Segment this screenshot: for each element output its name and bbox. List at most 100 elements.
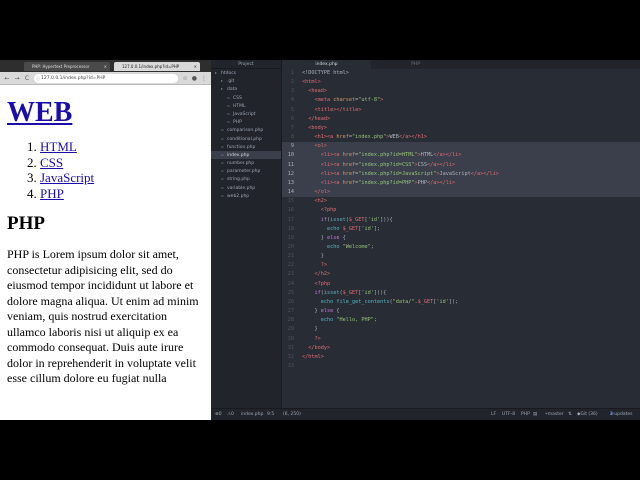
- code-line[interactable]: 28 echo "Hello, PHP";: [282, 316, 640, 325]
- clipboard-icon[interactable]: ▤: [533, 409, 537, 420]
- close-icon[interactable]: ×: [194, 62, 197, 71]
- code-text: ?>: [320, 262, 327, 269]
- code-line[interactable]: 9 <ol>: [282, 142, 640, 152]
- encoding[interactable]: UTF-8: [502, 409, 515, 420]
- code-line[interactable]: 22 ?>: [282, 261, 640, 270]
- link-css[interactable]: CSS: [40, 155, 63, 170]
- code-line[interactable]: 10 <li><a href="index.php?id=HTML">HTML<…: [282, 151, 640, 161]
- tree-file[interactable]: ▫ CSS: [211, 94, 281, 102]
- profile-icon[interactable]: ●: [192, 75, 197, 82]
- browser-window: PHP: Hypertext Preprocessor × 127.0.0.1/…: [0, 60, 211, 420]
- code-line[interactable]: 17 if(isset($_GET['id'])){: [282, 216, 640, 225]
- address-bar[interactable]: ⓘ 127.0.0.1/index.php?id=PHP: [34, 73, 179, 83]
- info-icon[interactable]: ⓘ: [36, 74, 40, 83]
- code-line[interactable]: 8 <h1><a href="index.php">WEB</a></h1>: [282, 133, 640, 142]
- code-line[interactable]: 24 <?php: [282, 280, 640, 289]
- link-php[interactable]: PHP: [40, 186, 64, 201]
- browser-tab-php-manual[interactable]: PHP: Hypertext Preprocessor ×: [24, 61, 110, 71]
- code-text: <li><a href="index.php?id=PHP">PHP</a></…: [320, 179, 456, 186]
- code-line[interactable]: 26 echo file_get_contents("data/".$_GET[…: [282, 298, 640, 307]
- branch-name[interactable]: ⑂ master: [545, 409, 564, 420]
- grammar[interactable]: PHP: [521, 409, 530, 420]
- code-line[interactable]: 14 </ol>: [282, 188, 640, 198]
- tree-file[interactable]: ▫ index.php: [211, 150, 281, 160]
- code-text: <h2>: [314, 198, 328, 205]
- rendered-page: WEB HTML CSS JavaScript PHP PHP PHP is L…: [0, 85, 211, 393]
- line-ending[interactable]: LF: [491, 409, 496, 420]
- tree-file[interactable]: ▫ PHP: [211, 118, 281, 126]
- tab-index-php[interactable]: index.php: [282, 60, 371, 69]
- bookmark-star-icon[interactable]: ☆: [182, 75, 187, 82]
- tree-folder[interactable]: ▸ htdocs: [211, 69, 281, 77]
- code-line[interactable]: 1 <!DOCTYPE html>: [282, 69, 640, 78]
- code-line[interactable]: 3 <head>: [282, 87, 640, 96]
- code-text: </ol>: [314, 189, 331, 196]
- code-line[interactable]: 13 <li><a href="index.php?id=PHP">PHP</a…: [282, 178, 640, 189]
- tree-file[interactable]: ▫ conditional.php: [211, 135, 281, 143]
- tree-file[interactable]: ▫ comparison.php: [211, 126, 281, 134]
- code-line[interactable]: 31 </body>: [282, 344, 640, 353]
- code-line[interactable]: 23 </h2>: [282, 270, 640, 279]
- code-line[interactable]: 11 <li><a href="index.php?id=CSS">CSS</a…: [282, 160, 640, 170]
- tree-file[interactable]: ▫ string.php: [211, 175, 281, 183]
- menu-icon[interactable]: ⋮: [201, 75, 207, 82]
- code-line[interactable]: 18 echo $_GET['id'];: [282, 225, 640, 234]
- link-html[interactable]: HTML: [40, 139, 77, 154]
- warning-count[interactable]: ⚠ 0: [227, 409, 234, 420]
- tree-file[interactable]: ▫ JavaScript: [211, 110, 281, 118]
- tree-folder[interactable]: ▸ data: [211, 85, 281, 93]
- code-text: <?php: [314, 280, 331, 287]
- code-line[interactable]: 16 <?php: [282, 206, 640, 215]
- code-line[interactable]: 21 }: [282, 252, 640, 261]
- code-text: </body>: [308, 344, 331, 351]
- code-line[interactable]: 30 ?>: [282, 335, 640, 344]
- line-number: 7: [290, 124, 294, 131]
- code-line[interactable]: 25 if(isset($_GET['id'])){: [282, 289, 640, 298]
- heading-link[interactable]: WEB: [7, 97, 72, 128]
- tab-php[interactable]: PHP: [371, 60, 460, 69]
- browser-tab-localhost[interactable]: 127.0.0.1/index.php?id=PHP ×: [114, 61, 200, 71]
- tree-file[interactable]: ▫ web2.php: [211, 192, 281, 200]
- code-line[interactable]: 19 } else {: [282, 234, 640, 243]
- code-line[interactable]: 15 <h2>: [282, 197, 640, 206]
- code-text: ?>: [314, 335, 321, 342]
- code-line[interactable]: 2 <html>: [282, 78, 640, 87]
- code-line[interactable]: 6 </head>: [282, 115, 640, 124]
- code-line[interactable]: 27 } else {: [282, 307, 640, 316]
- tree-folder[interactable]: ▸ .git: [211, 77, 281, 85]
- code-line[interactable]: 33: [282, 362, 640, 371]
- cursor-position[interactable]: 9:5: [267, 409, 274, 420]
- code-text: }: [302, 253, 324, 260]
- back-icon[interactable]: ←: [4, 75, 10, 82]
- code-line[interactable]: 4 <meta charset="utf-8">: [282, 96, 640, 105]
- line-number: 25: [287, 289, 294, 296]
- code-line[interactable]: 5 <title></title>: [282, 106, 640, 115]
- status-file[interactable]: index.php: [241, 409, 263, 420]
- git-panel[interactable]: ◆ Git (36): [577, 409, 598, 420]
- code-line[interactable]: 7 <body>: [282, 124, 640, 133]
- error-count[interactable]: ⊗ 0: [215, 409, 222, 420]
- code-line[interactable]: 29 }: [282, 325, 640, 334]
- tree-file[interactable]: ▫ number.php: [211, 159, 281, 167]
- tree-item-label: data: [227, 87, 238, 93]
- code-line[interactable]: 12 <li><a href="index.php?id=JavaScript"…: [282, 169, 640, 179]
- link-javascript[interactable]: JavaScript: [40, 170, 94, 185]
- code-area[interactable]: 1 <!DOCTYPE html> 2 <html> 3 <head> 4 <meta c…: [282, 69, 640, 408]
- close-icon[interactable]: ×: [104, 62, 107, 71]
- code-line[interactable]: 32 </html>: [282, 353, 640, 362]
- tree-file[interactable]: ▫ HTML: [211, 102, 281, 110]
- reload-icon[interactable]: C: [24, 75, 30, 82]
- code-line[interactable]: 20 echo "Welcome";: [282, 243, 640, 252]
- fetch-icon[interactable]: ⇅: [568, 409, 572, 420]
- code-text: <head>: [308, 88, 327, 95]
- page-subheading: PHP: [7, 213, 45, 234]
- tree-file[interactable]: ▫ variable.php: [211, 184, 281, 192]
- code-text: <li><a href="index.php?id=CSS">CSS</a></…: [320, 161, 456, 168]
- forward-icon[interactable]: →: [14, 75, 20, 82]
- tree-file[interactable]: ▫ parameter.php: [211, 167, 281, 175]
- tree-header[interactable]: Project: [211, 60, 281, 69]
- code-editor-window: Project ▸ htdocs ▸ .git ▸ data ▫ CSS ▫ HTML ▫ JavaS…: [211, 60, 640, 420]
- tree-file[interactable]: ▫ function.php: [211, 143, 281, 151]
- line-number: 4: [290, 97, 294, 104]
- tree-item-label: .git: [227, 79, 235, 85]
